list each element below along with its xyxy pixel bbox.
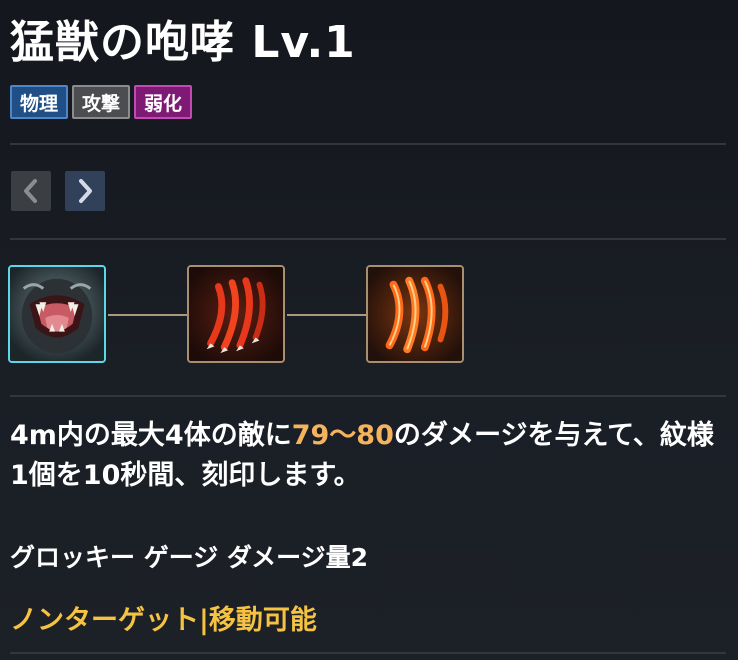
prev-button[interactable] <box>11 171 51 211</box>
description-text: 4m内の最大4体の敵に <box>10 420 292 451</box>
damage-value: 79～80 <box>291 420 394 451</box>
skill-node-claw-slash[interactable] <box>187 265 285 363</box>
claw-slash-fire-icon <box>368 267 462 361</box>
chevron-right-icon <box>79 179 92 203</box>
skill-node-beast-roar[interactable] <box>8 265 106 363</box>
skill-chain <box>8 265 478 367</box>
skill-node-claw-slash-fire[interactable] <box>366 265 464 363</box>
skill-title: 猛獣の咆哮 Lv.1 <box>10 17 356 68</box>
claw-slash-icon <box>189 267 283 361</box>
beast-roar-icon <box>10 267 104 361</box>
chain-connector <box>287 314 368 316</box>
tag-weaken: 弱化 <box>134 85 193 119</box>
tag-attack: 攻撃 <box>72 85 131 119</box>
tag-physical: 物理 <box>10 85 69 119</box>
divider <box>10 143 726 145</box>
next-button[interactable] <box>65 171 105 211</box>
divider <box>10 238 726 240</box>
skill-description: 4m内の最大4体の敵に79～80のダメージを与えて、紋様1個を10秒間、刻印しま… <box>10 416 726 496</box>
chevron-left-icon <box>24 179 37 203</box>
skill-properties: ノンターゲット|移動可能 <box>10 605 317 636</box>
skill-tags: 物理 攻撃 弱化 <box>10 85 193 119</box>
chain-connector <box>108 314 189 316</box>
divider <box>10 652 726 654</box>
divider <box>10 395 726 397</box>
stagger-gauge-text: グロッキー ゲージ ダメージ量2 <box>10 543 369 572</box>
